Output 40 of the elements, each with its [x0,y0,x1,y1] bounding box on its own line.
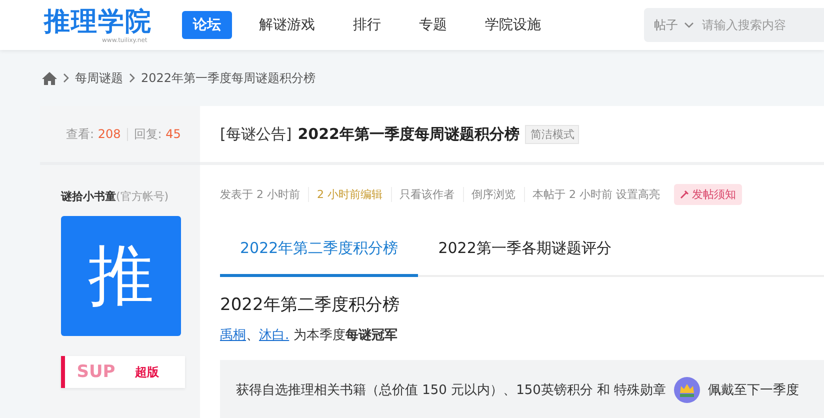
home-icon[interactable] [42,72,57,84]
thread-category[interactable]: [每谜公告] [220,124,292,144]
reply-count: 回复: 45 [134,126,181,142]
nav-link[interactable]: 论坛 [182,11,232,39]
chevron-down-icon [684,22,694,28]
chevron-right-icon [63,73,69,83]
separator: 、 [246,328,259,343]
breadcrumb-link[interactable]: 2022年第一季度每周谜题积分榜 [141,70,316,86]
mode-tag[interactable]: 简洁模式 [525,124,580,144]
nav-link[interactable]: 排行 [342,11,392,39]
tab[interactable]: 2022第一季各期谜题评分 [418,223,632,277]
pin-icon [680,190,689,198]
nav-link[interactable]: 专题 [408,11,458,39]
meta-link[interactable]: 倒序浏览 [462,186,524,202]
author-avatar[interactable]: 推 [61,216,181,336]
notice-button[interactable]: 发帖须知 [674,184,742,204]
author-name[interactable]: 谜拾小书童(官方帐号) [61,189,179,204]
site-logo[interactable]: 推理学院 [44,6,162,36]
reward-text: 获得自选推理相关书籍（总价值 150 元以内）、150英镑积分 和 特殊勋章 [236,382,666,399]
nav-link[interactable]: 解谜游戏 [248,11,326,39]
search-box[interactable]: 帖子 请输入搜索内容 [644,8,824,42]
breadcrumb-link[interactable]: 每周谜题 [75,70,123,86]
role-badge: SUP 超版 [61,356,185,388]
meta-link[interactable]: 只看该作者 [390,186,462,202]
meta-text: 发表于 2 小时前 [220,186,301,202]
section-heading: 2022年第二季度积分榜 [220,294,400,316]
search-field[interactable]: 请输入搜索内容 [700,17,804,33]
crown-medal-icon [674,377,700,403]
reward-text: 佩戴至下一季度 [708,382,800,399]
view-count: 查看: 208 [66,126,121,142]
tab[interactable]: 2022年第二季度积分榜 [220,223,418,277]
user-link[interactable]: 禹桐 [220,328,246,343]
meta-text: 本帖于 2 小时前 设置高亮 [524,186,668,202]
winner-text: 为本季度每谜冠军 [293,328,398,343]
nav-link[interactable]: 学院设施 [474,11,552,39]
chevron-right-icon [129,73,135,83]
meta-text: 2 小时前编辑 [308,186,390,202]
user-link[interactable]: 沐白. [259,328,290,343]
thread-title: 2022年第一季度每周谜题积分榜 [298,124,520,144]
search-scope[interactable]: 帖子 [654,16,678,34]
